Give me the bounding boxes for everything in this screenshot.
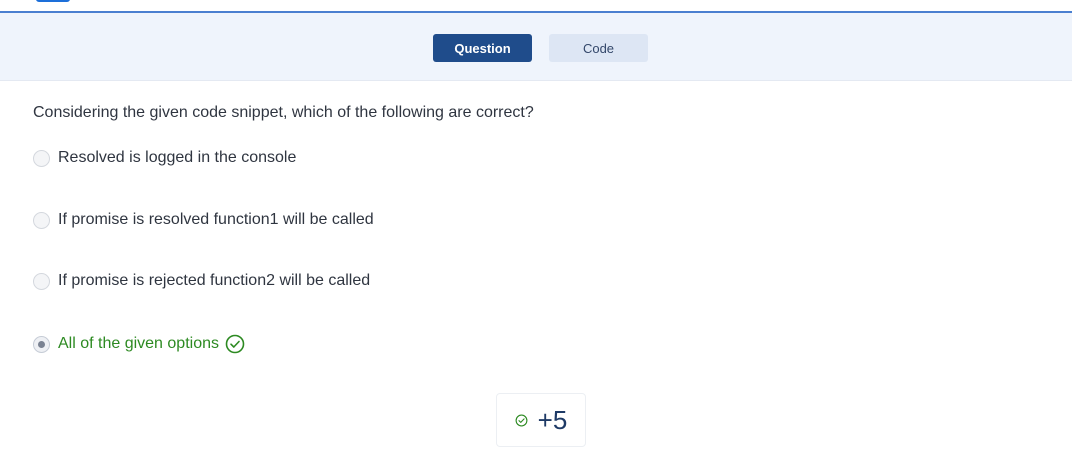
check-circle-icon (225, 334, 245, 354)
option-4[interactable]: All of the given options (33, 334, 245, 354)
option-label: If promise is resolved function1 will be… (58, 211, 374, 228)
question-prompt: Considering the given code snippet, whic… (33, 104, 534, 121)
tab-code[interactable]: Code (549, 34, 648, 62)
option-3[interactable]: If promise is rejected function2 will be… (33, 272, 370, 290)
option-1[interactable]: Resolved is logged in the console (33, 149, 296, 167)
tab-question[interactable]: Question (433, 34, 532, 62)
option-label: All of the given options (58, 335, 219, 352)
radio-button-selected[interactable] (33, 335, 50, 353)
check-circle-icon (515, 414, 528, 427)
radio-button[interactable] (33, 211, 50, 229)
radio-button[interactable] (33, 149, 50, 167)
view-tabbar: Question Code (0, 13, 1072, 81)
top-header-strip (0, 0, 1072, 13)
option-2[interactable]: If promise is resolved function1 will be… (33, 211, 374, 229)
option-label: Resolved is logged in the console (58, 149, 297, 166)
radio-button[interactable] (33, 272, 50, 290)
score-value: +5 (537, 404, 568, 435)
header-fragment (36, 0, 70, 2)
score-badge: +5 (496, 393, 586, 447)
option-label: If promise is rejected function2 will be… (58, 272, 371, 289)
